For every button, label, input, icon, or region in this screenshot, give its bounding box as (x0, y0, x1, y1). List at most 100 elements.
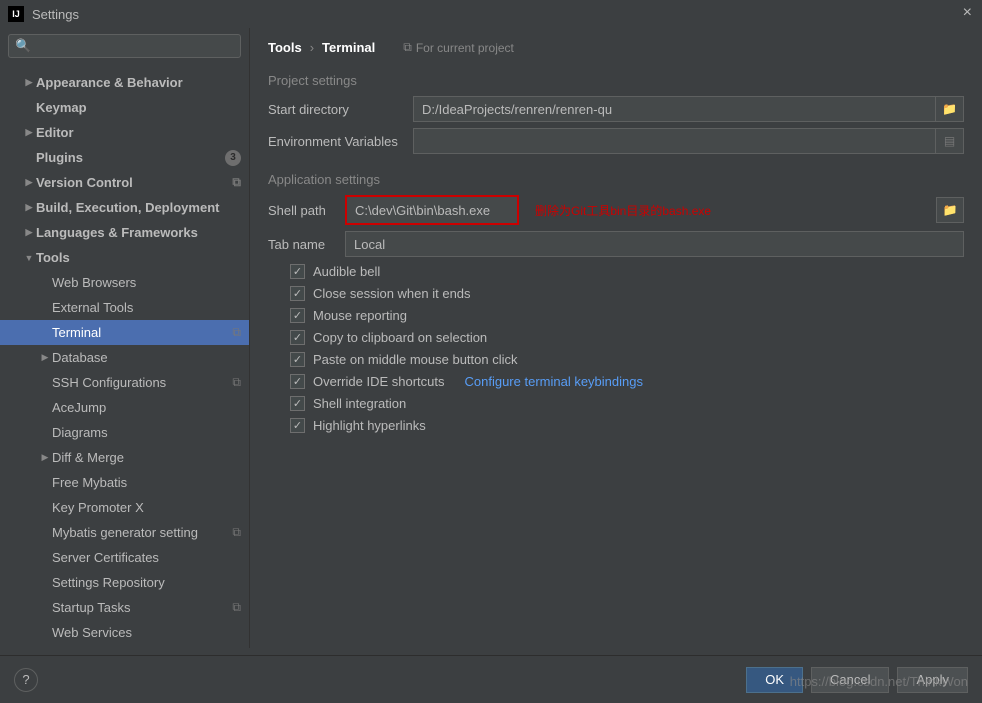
sidebar-item-startup-tasks[interactable]: Startup Tasks⧉ (0, 595, 249, 620)
content-panel: Tools › Terminal ⧉ For current project P… (250, 28, 982, 648)
window-title: Settings (32, 7, 79, 22)
app-icon: IJ (8, 6, 24, 22)
sidebar-item-appearance-behavior[interactable]: ▶Appearance & Behavior (0, 70, 249, 95)
checkbox-icon[interactable]: ✓ (290, 374, 305, 389)
sidebar-item-terminal[interactable]: Terminal⧉ (0, 320, 249, 345)
configure-keybindings-link[interactable]: Configure terminal keybindings (465, 374, 643, 389)
sidebar-item-diff-merge[interactable]: ▶Diff & Merge (0, 445, 249, 470)
start-directory-input[interactable] (413, 96, 936, 122)
sidebar-item-database[interactable]: ▶Database (0, 345, 249, 370)
sidebar-item-plugins[interactable]: Plugins3 (0, 145, 249, 170)
sidebar-item-editor[interactable]: ▶Editor (0, 120, 249, 145)
copy-icon: ⧉ (403, 40, 412, 55)
checkbox-icon[interactable]: ✓ (290, 286, 305, 301)
checkbox-icon[interactable]: ✓ (290, 396, 305, 411)
sidebar-item-languages-frameworks[interactable]: ▶Languages & Frameworks (0, 220, 249, 245)
sidebar-item-web-browsers[interactable]: Web Browsers (0, 270, 249, 295)
sidebar-item-external-tools[interactable]: External Tools (0, 295, 249, 320)
sidebar-item-version-control[interactable]: ▶Version Control⧉ (0, 170, 249, 195)
section-application: Application settings (268, 172, 964, 187)
sidebar-item-label: External Tools (52, 300, 241, 315)
sidebar-item-label: Startup Tasks (52, 600, 232, 615)
sidebar-item-tools[interactable]: ▼Tools (0, 245, 249, 270)
shell-path-annotation: 删除为Git工具bin目录的bash.exe (535, 202, 711, 219)
sidebar-item-mybatis-generator-setting[interactable]: Mybatis generator setting⧉ (0, 520, 249, 545)
sidebar-item-label: Mybatis generator setting (52, 525, 232, 540)
row-shell-path: Shell path 删除为Git工具bin目录的bash.exe 📁 (268, 195, 964, 225)
chevron-right-icon: ▶ (22, 127, 36, 138)
sidebar-item-label: Version Control (36, 175, 232, 190)
start-directory-label: Start directory (268, 102, 413, 117)
checkbox-label: Mouse reporting (313, 308, 407, 323)
tab-name-label: Tab name (268, 237, 345, 252)
sidebar-item-keymap[interactable]: Keymap (0, 95, 249, 120)
env-variables-input[interactable] (413, 128, 936, 154)
list-icon[interactable]: ▤ (936, 128, 964, 154)
search-input[interactable] (8, 34, 241, 58)
checkbox-label: Shell integration (313, 396, 406, 411)
sidebar-item-label: Languages & Frameworks (36, 225, 241, 240)
sidebar-item-build-execution-deployment[interactable]: ▶Build, Execution, Deployment (0, 195, 249, 220)
settings-tree: ▶Appearance & BehaviorKeymap▶EditorPlugi… (0, 64, 249, 648)
ok-button[interactable]: OK (746, 667, 803, 693)
sidebar-item-key-promoter-x[interactable]: Key Promoter X (0, 495, 249, 520)
search-row (0, 28, 249, 64)
project-scope-icon: ⧉ (232, 600, 241, 615)
row-start-directory: Start directory 📁 (268, 96, 964, 122)
env-variables-label: Environment Variables (268, 134, 413, 149)
checkbox-group: ✓ Audible bell ✓ Close session when it ends… (268, 264, 964, 433)
checkbox-paste-on-middle-mouse-button-click[interactable]: ✓Paste on middle mouse button click (290, 352, 964, 367)
sidebar-item-other-settings[interactable]: ▶Other Settings (0, 645, 249, 648)
apply-button[interactable]: Apply (897, 667, 968, 693)
checkbox-icon[interactable]: ✓ (290, 352, 305, 367)
checkbox-audible-bell[interactable]: ✓ Audible bell (290, 264, 964, 279)
main-area: ▶Appearance & BehaviorKeymap▶EditorPlugi… (0, 28, 982, 648)
sidebar-item-label: Database (52, 350, 241, 365)
chevron-right-icon: ▶ (38, 352, 52, 363)
sidebar-item-label: Free Mybatis (52, 475, 241, 490)
tab-name-input[interactable] (345, 231, 964, 257)
checkbox-copy-to-clipboard-on-selection[interactable]: ✓ Copy to clipboard on selection (290, 330, 964, 345)
help-button[interactable]: ? (14, 668, 38, 692)
checkbox-shell-integration[interactable]: ✓ Shell integration (290, 396, 964, 411)
checkbox-close-session-when-it-ends[interactable]: ✓ Close session when it ends (290, 286, 964, 301)
sidebar-item-label: Settings Repository (52, 575, 241, 590)
breadcrumb-parent[interactable]: Tools (268, 40, 302, 55)
folder-icon[interactable]: 📁 (936, 96, 964, 122)
folder-icon[interactable]: 📁 (936, 197, 964, 223)
cancel-button[interactable]: Cancel (811, 667, 889, 693)
checkbox-icon[interactable]: ✓ (290, 308, 305, 323)
section-project: Project settings (268, 73, 964, 88)
checkbox-label: Close session when it ends (313, 286, 471, 301)
checkbox-icon[interactable]: ✓ (290, 264, 305, 279)
sidebar-item-server-certificates[interactable]: Server Certificates (0, 545, 249, 570)
chevron-right-icon: ▶ (38, 452, 52, 463)
sidebar-item-label: SSH Configurations (52, 375, 232, 390)
sidebar-item-label: Plugins (36, 150, 225, 165)
shell-path-input[interactable] (347, 197, 517, 223)
close-icon[interactable]: × (963, 4, 972, 22)
checkbox-label: Audible bell (313, 264, 380, 279)
breadcrumb-current: Terminal (322, 40, 375, 55)
sidebar-item-ssh-configurations[interactable]: SSH Configurations⧉ (0, 370, 249, 395)
checkbox-icon[interactable]: ✓ (290, 418, 305, 433)
sidebar-item-diagrams[interactable]: Diagrams (0, 420, 249, 445)
sidebar-item-free-mybatis[interactable]: Free Mybatis (0, 470, 249, 495)
shell-path-label: Shell path (268, 203, 345, 218)
chevron-right-icon: ▶ (22, 227, 36, 238)
sidebar-item-settings-repository[interactable]: Settings Repository (0, 570, 249, 595)
project-scope-icon: ⧉ (232, 175, 241, 190)
checkbox-icon[interactable]: ✓ (290, 330, 305, 345)
chevron-right-icon: ▶ (22, 177, 36, 188)
sidebar-item-acejump[interactable]: AceJump (0, 395, 249, 420)
checkbox-label: Copy to clipboard on selection (313, 330, 487, 345)
row-tab-name: Tab name (268, 231, 964, 257)
checkbox-mouse-reporting[interactable]: ✓ Mouse reporting (290, 308, 964, 323)
checkbox-override-ide-shortcuts[interactable]: ✓Override IDE shortcutsConfigure termina… (290, 374, 964, 389)
sidebar-item-web-services[interactable]: Web Services (0, 620, 249, 645)
checkbox-highlight-hyperlinks[interactable]: ✓Highlight hyperlinks (290, 418, 964, 433)
sidebar-item-label: Build, Execution, Deployment (36, 200, 241, 215)
sidebar-item-label: Web Services (52, 625, 241, 640)
footer: ? OK Cancel Apply (0, 655, 982, 703)
sidebar-item-label: Key Promoter X (52, 500, 241, 515)
